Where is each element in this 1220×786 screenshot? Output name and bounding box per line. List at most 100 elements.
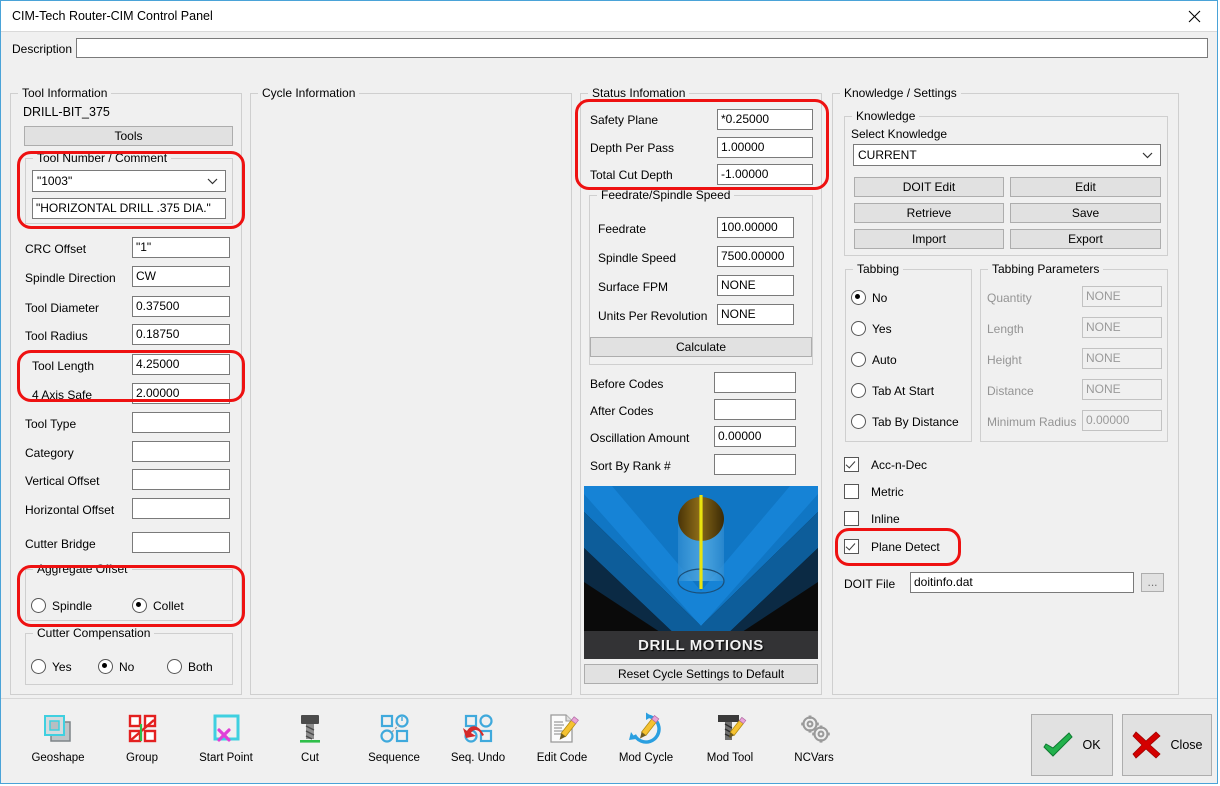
doit-edit-button[interactable]: DOIT Edit bbox=[854, 177, 1004, 197]
feedrate-input[interactable]: 100.00000 bbox=[717, 217, 794, 238]
after-codes-label: After Codes bbox=[590, 404, 654, 418]
ok-button[interactable]: OK bbox=[1031, 714, 1113, 776]
tools-button[interactable]: Tools bbox=[24, 126, 233, 146]
toolbar-button-start-point[interactable]: Start Point bbox=[183, 709, 269, 775]
description-input[interactable] bbox=[76, 38, 1208, 58]
toolbar-button-cut[interactable]: Cut bbox=[267, 709, 353, 775]
checkbox-icon bbox=[844, 457, 859, 472]
units-per-revolution-input[interactable]: NONE bbox=[717, 304, 794, 325]
radio-cutter-comp-both[interactable]: Both bbox=[167, 659, 213, 674]
tool-comment-input[interactable]: "HORIZONTAL DRILL .375 DIA." bbox=[32, 198, 226, 219]
oscillation-amount-input[interactable]: 0.00000 bbox=[714, 426, 796, 447]
cut-icon bbox=[290, 709, 330, 751]
retrieve-button[interactable]: Retrieve bbox=[854, 203, 1004, 223]
toolbar-button-mod-tool[interactable]: Mod Tool bbox=[687, 709, 773, 775]
edit-button[interactable]: Edit bbox=[1010, 177, 1161, 197]
spindle-speed-input[interactable]: 7500.00000 bbox=[717, 246, 794, 267]
ok-button-label: OK bbox=[1082, 738, 1101, 752]
after-codes-input[interactable] bbox=[714, 399, 796, 420]
status-input-total-cut-depth[interactable]: -1.00000 bbox=[717, 164, 813, 185]
checkbox-plane-detect[interactable]: Plane Detect bbox=[844, 539, 940, 554]
field-label-spindle-direction: Spindle Direction bbox=[25, 271, 116, 285]
radio-tabbing-no[interactable]: No bbox=[851, 290, 887, 305]
sort-by-rank-label: Sort By Rank # bbox=[590, 459, 671, 473]
start-point-icon bbox=[206, 709, 246, 751]
close-button[interactable]: Close bbox=[1122, 714, 1212, 776]
tabbing-param-input-quantity[interactable]: NONE bbox=[1082, 286, 1162, 307]
close-button-label: Close bbox=[1170, 738, 1203, 752]
toolbar-button-mod-cycle[interactable]: Mod Cycle bbox=[603, 709, 689, 775]
aggregate-offset-group: Aggregate Offset bbox=[25, 562, 233, 621]
tabbing-param-input-minimum-radius[interactable]: 0.00000 bbox=[1082, 410, 1162, 431]
tool-information-legend: Tool Information bbox=[18, 86, 112, 100]
save-button[interactable]: Save bbox=[1010, 203, 1161, 223]
toolbar-button-edit-code[interactable]: Edit Code bbox=[519, 709, 605, 775]
field-input-vertical-offset[interactable] bbox=[132, 469, 230, 490]
radio-tabbing-tab-at-start[interactable]: Tab At Start bbox=[851, 383, 934, 398]
field-input-tool-radius[interactable]: 0.18750 bbox=[132, 324, 230, 345]
select-knowledge-combo[interactable]: CURRENT bbox=[853, 144, 1161, 166]
sort-by-rank-input[interactable] bbox=[714, 454, 796, 475]
field-label-4-axis-safe: 4 Axis Safe bbox=[32, 388, 93, 402]
tabbing-param-input-height[interactable]: NONE bbox=[1082, 348, 1162, 369]
radio-aggregate-collet[interactable]: Collet bbox=[132, 598, 184, 613]
before-codes-input[interactable] bbox=[714, 372, 796, 393]
tabbing-parameters-legend: Tabbing Parameters bbox=[988, 262, 1104, 276]
toolbar-button-sequence[interactable]: Sequence bbox=[351, 709, 437, 775]
field-input-spindle-direction[interactable]: CW bbox=[132, 266, 230, 287]
field-input-cutter-bridge[interactable] bbox=[132, 532, 230, 553]
radio-dot-icon bbox=[851, 414, 866, 429]
toolbar-button-geoshape[interactable]: Geoshape bbox=[15, 709, 101, 775]
radio-tabbing-yes[interactable]: Yes bbox=[851, 321, 892, 336]
radio-label: Tab At Start bbox=[872, 383, 935, 398]
checkbox-metric[interactable]: Metric bbox=[844, 484, 904, 499]
description-label: Description bbox=[12, 42, 73, 56]
close-icon bbox=[1188, 10, 1200, 22]
radio-tabbing-tab-by-distance[interactable]: Tab By Distance bbox=[851, 414, 959, 429]
chevron-down-icon bbox=[1142, 148, 1153, 162]
radio-aggregate-spindle[interactable]: Spindle bbox=[31, 598, 92, 613]
radio-label: Tab By Distance bbox=[872, 414, 959, 429]
checkbox-inline[interactable]: Inline bbox=[844, 511, 900, 526]
tool-number-combo[interactable]: "1003" bbox=[32, 170, 226, 192]
status-label-safety-plane: Safety Plane bbox=[590, 113, 659, 127]
field-input-crc-offset[interactable]: "1" bbox=[132, 237, 230, 258]
chevron-down-icon bbox=[207, 174, 218, 188]
import-button[interactable]: Import bbox=[854, 229, 1004, 249]
field-input-horizontal-offset[interactable] bbox=[132, 498, 230, 519]
toolbar-button-ncvars[interactable]: NCVars bbox=[771, 709, 857, 775]
cycle-preview-caption: DRILL MOTIONS bbox=[584, 631, 818, 659]
window-close-button[interactable] bbox=[1171, 1, 1217, 31]
toolbar-label: Geoshape bbox=[31, 752, 85, 764]
field-input-4-axis-safe[interactable]: 2.00000 bbox=[132, 383, 230, 404]
doit-file-input[interactable]: doitinfo.dat bbox=[910, 572, 1134, 593]
radio-label: Yes bbox=[52, 659, 72, 674]
toolbar-button-seq-undo[interactable]: Seq. Undo bbox=[435, 709, 521, 775]
description-row: Description bbox=[1, 32, 1217, 66]
toolbar-label: Group bbox=[126, 752, 158, 764]
field-input-tool-length[interactable]: 4.25000 bbox=[132, 354, 230, 375]
field-label-tool-diameter: Tool Diameter bbox=[25, 301, 100, 315]
tabbing-param-input-distance[interactable]: NONE bbox=[1082, 379, 1162, 400]
cycle-preview-image: DRILL MOTIONS bbox=[584, 486, 818, 659]
reset-cycle-settings-button[interactable]: Reset Cycle Settings to Default bbox=[584, 664, 818, 684]
radio-cutter-comp-no[interactable]: No bbox=[98, 659, 134, 674]
calculate-button[interactable]: Calculate bbox=[590, 337, 812, 357]
checkbox-acc-n-dec[interactable]: Acc-n-Dec bbox=[844, 457, 927, 472]
doit-file-label: DOIT File bbox=[844, 577, 896, 591]
tool-name-label: DRILL-BIT_375 bbox=[23, 105, 110, 119]
field-label-tool-radius: Tool Radius bbox=[25, 329, 88, 343]
tabbing-param-input-length[interactable]: NONE bbox=[1082, 317, 1162, 338]
surface-fpm-input[interactable]: NONE bbox=[717, 275, 794, 296]
status-input-safety-plane[interactable]: *0.25000 bbox=[717, 109, 813, 130]
field-input-tool-type[interactable] bbox=[132, 412, 230, 433]
toolbar-button-group[interactable]: Group bbox=[99, 709, 185, 775]
field-input-tool-diameter[interactable]: 0.37500 bbox=[132, 296, 230, 317]
export-button[interactable]: Export bbox=[1010, 229, 1161, 249]
doit-file-browse-button[interactable]: ... bbox=[1141, 573, 1164, 592]
radio-tabbing-auto[interactable]: Auto bbox=[851, 352, 897, 367]
status-input-depth-per-pass[interactable]: 1.00000 bbox=[717, 137, 813, 158]
select-knowledge-label: Select Knowledge bbox=[851, 127, 948, 141]
radio-cutter-comp-yes[interactable]: Yes bbox=[31, 659, 72, 674]
field-input-category[interactable] bbox=[132, 441, 230, 462]
